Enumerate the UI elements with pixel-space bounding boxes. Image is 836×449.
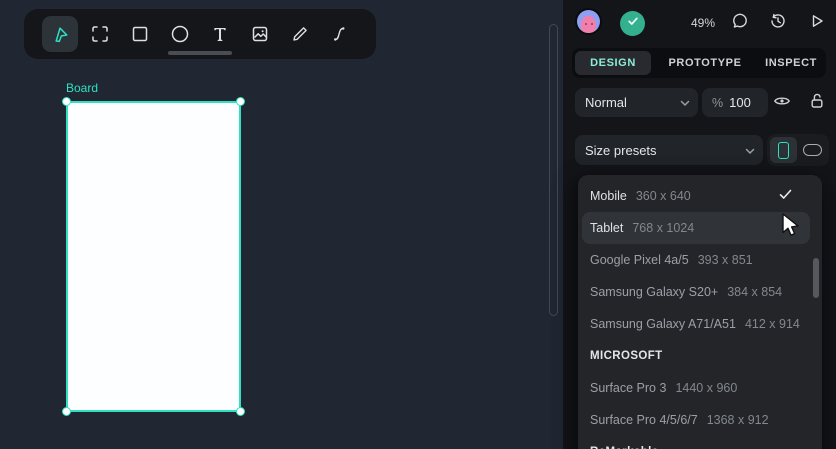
- preset-option-google-pixel[interactable]: Google Pixel 4a/5 393 x 851: [582, 244, 810, 276]
- avatar-eye: [585, 23, 587, 25]
- comments-button[interactable]: [730, 13, 750, 33]
- selection-handle-bottom-left[interactable]: [62, 407, 71, 416]
- saved-status-badge: [620, 11, 645, 36]
- opacity-input[interactable]: % 100: [702, 88, 768, 117]
- size-presets-select[interactable]: Size presets: [575, 135, 763, 165]
- avatar-eye: [591, 23, 593, 25]
- canvas-workspace[interactable]: Board: [0, 0, 563, 449]
- view-mode-button[interactable]: [807, 13, 827, 33]
- size-presets-label: Size presets: [585, 142, 657, 158]
- preset-option-galaxy-s20[interactable]: Samsung Galaxy S20+ 384 x 854: [582, 276, 810, 308]
- preset-section-remarkable: ReMarkable: [582, 436, 810, 449]
- orientation-toggle-group: [767, 134, 829, 166]
- path-tool-button[interactable]: [322, 16, 358, 52]
- tab-design[interactable]: DESIGN: [575, 51, 651, 75]
- image-tool-icon: [251, 25, 269, 43]
- pencil-tool-icon: [291, 25, 309, 43]
- blend-mode-select[interactable]: Normal: [575, 88, 698, 117]
- lock-toggle-button[interactable]: [806, 92, 828, 114]
- percent-symbol: %: [712, 95, 724, 110]
- opacity-value: 100: [729, 95, 751, 110]
- path-tool-icon: [332, 25, 348, 43]
- selection-handle-bottom-right[interactable]: [236, 407, 245, 416]
- history-button[interactable]: [768, 13, 788, 33]
- blend-mode-value: Normal: [585, 95, 627, 110]
- phone-landscape-icon: [803, 144, 822, 156]
- toolbar-drag-handle[interactable]: [168, 51, 232, 55]
- preset-option-tablet[interactable]: Tablet 768 x 1024: [582, 212, 810, 244]
- tab-prototype[interactable]: PROTOTYPE: [651, 51, 759, 75]
- ellipse-tool-button[interactable]: [162, 16, 198, 52]
- portrait-orientation-button[interactable]: [770, 137, 797, 163]
- tab-inspect[interactable]: INSPECT: [759, 51, 823, 75]
- image-tool-button[interactable]: [242, 16, 278, 52]
- rectangle-tool-icon: [131, 25, 149, 43]
- preset-section-microsoft: MICROSOFT: [590, 350, 663, 362]
- phone-portrait-icon: [778, 141, 789, 159]
- play-icon: [808, 12, 826, 35]
- pointer-tool-button[interactable]: [42, 16, 78, 52]
- unlock-icon: [809, 92, 825, 115]
- text-tool-button[interactable]: [202, 16, 238, 52]
- tools-toolbar: [24, 9, 376, 59]
- visibility-toggle-button[interactable]: [771, 92, 793, 114]
- check-icon: [626, 14, 640, 33]
- preset-option-mobile[interactable]: Mobile 360 x 640: [582, 180, 810, 212]
- canvas-vertical-scrollbar[interactable]: [549, 24, 558, 316]
- chevron-down-icon: [745, 143, 755, 158]
- board-name-label[interactable]: Board: [66, 81, 98, 95]
- chevron-down-icon: [680, 95, 690, 110]
- mouse-cursor: [781, 213, 803, 246]
- pencil-tool-button[interactable]: [282, 16, 318, 52]
- sidebar-tabbar: DESIGN PROTOTYPE INSPECT: [572, 48, 826, 78]
- avatar-figure: [581, 16, 596, 33]
- landscape-orientation-button[interactable]: [799, 137, 826, 163]
- zoom-level-indicator[interactable]: 49%: [681, 16, 725, 30]
- user-avatar[interactable]: [577, 10, 600, 33]
- preset-option-surface-pro-3[interactable]: Surface Pro 3 1440 x 960: [582, 372, 810, 404]
- rectangle-tool-button[interactable]: [122, 16, 158, 52]
- board-tool-button[interactable]: [82, 16, 118, 52]
- selection-handle-top-left[interactable]: [62, 97, 71, 106]
- eye-icon: [773, 94, 791, 113]
- board-artboard[interactable]: [62, 97, 245, 416]
- pointer-tool-icon: [50, 24, 70, 44]
- check-icon: [779, 189, 792, 203]
- selection-handle-top-right[interactable]: [236, 97, 245, 106]
- text-tool-icon: [211, 25, 229, 43]
- dropdown-scrollbar-thumb[interactable]: [813, 258, 819, 298]
- ellipse-tool-icon: [170, 24, 190, 44]
- comment-bubble-icon: [731, 12, 749, 35]
- preset-option-surface-pro-4567[interactable]: Surface Pro 4/5/6/7 1368 x 912: [582, 404, 810, 436]
- preset-option-galaxy-a71[interactable]: Samsung Galaxy A71/A51 412 x 914: [582, 308, 810, 340]
- board-tool-icon: [91, 25, 109, 43]
- history-icon: [769, 12, 787, 35]
